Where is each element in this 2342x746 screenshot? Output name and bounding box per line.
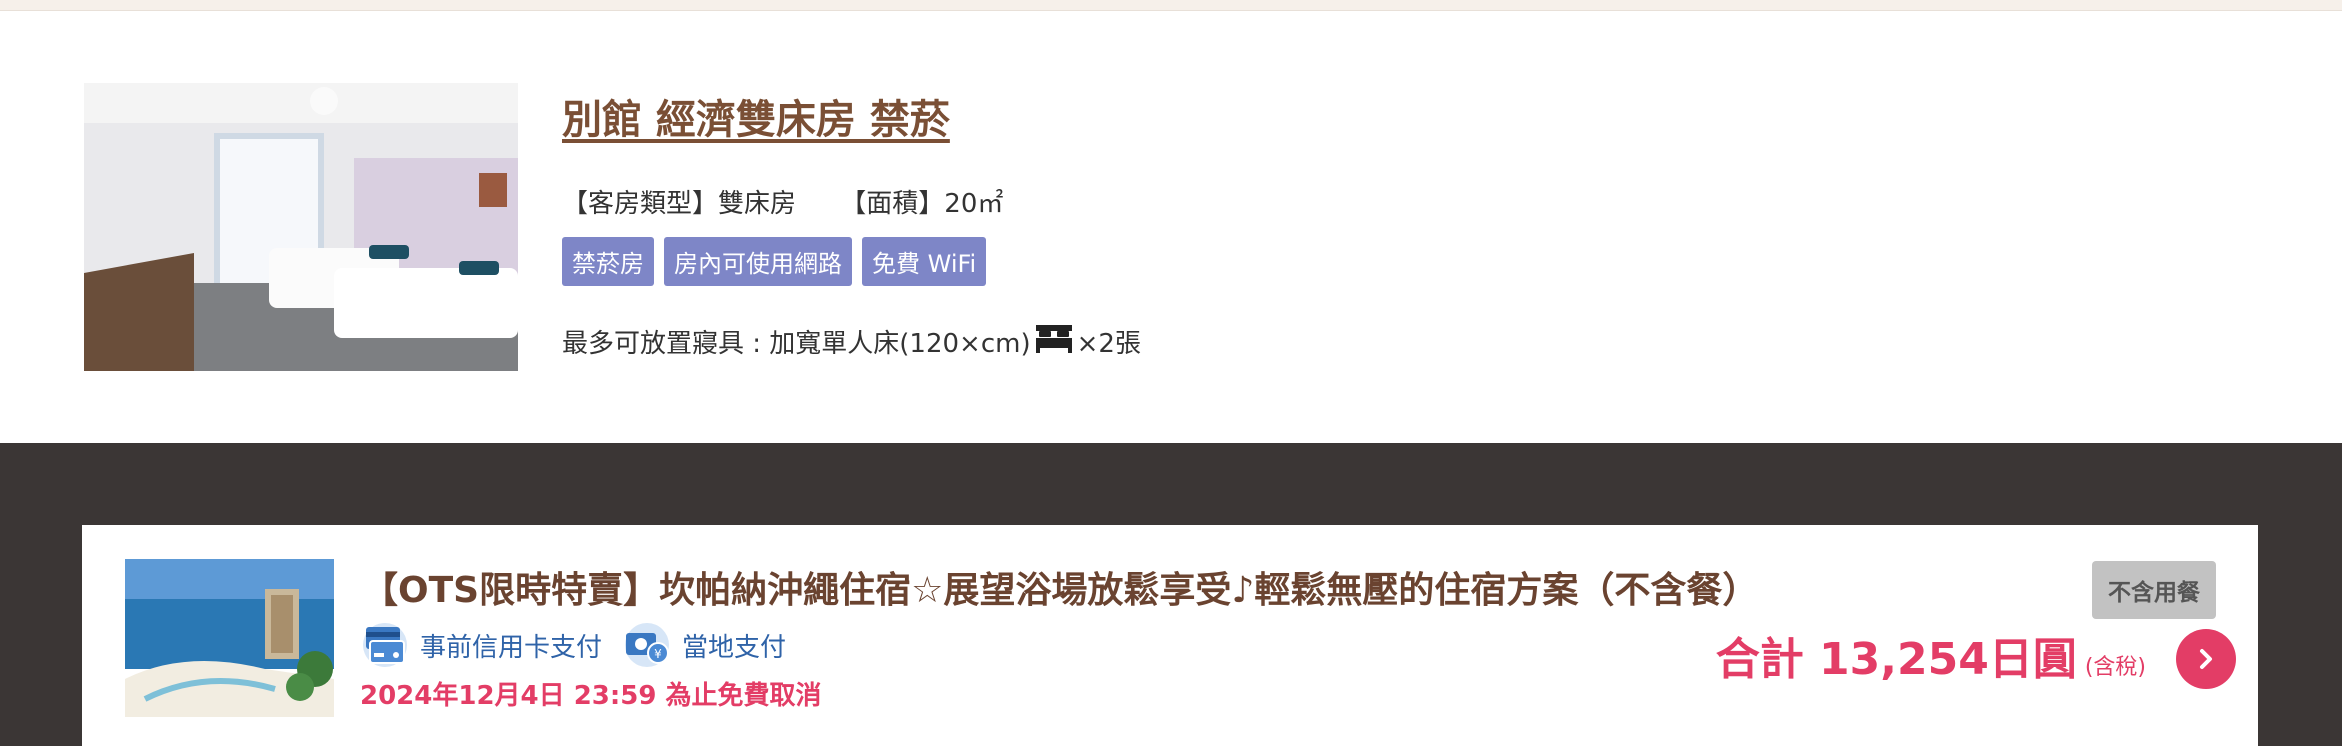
room-specs: 【客房類型】雙床房 【面積】20㎡ [562,183,1039,220]
plan-title[interactable]: 【OTS限時特賣】坎帕納沖繩住宿☆展望浴場放鬆享受♪輕鬆無壓的住宿方案（不含餐） [362,561,1758,613]
bedding-text: 最多可放置寢具 : 加寬單人床(120×cm) [562,329,1031,359]
credit-card-icon [363,623,407,667]
svg-text:¥: ¥ [654,647,662,661]
tag-non-smoking: 禁菸房 [562,237,654,286]
meal-badge: 不含用餐 [2092,561,2216,619]
plan-photo[interactable] [125,559,334,717]
room-title[interactable]: 別館 經濟雙床房 禁菸 [562,87,950,145]
payment-credit-card: 事前信用卡支付 [360,623,602,667]
payment-local-label: 當地支付 [682,632,787,663]
price-tax-note: (含稅) [2084,655,2146,680]
price-amount: 合計 13,254日圓 [1715,634,2077,685]
bed-icon [1035,323,1073,360]
price-total: 合計 13,254日圓 (含稅) [1716,623,2146,687]
room-tags: 禁菸房 房內可使用網路 免費 WiFi [562,237,987,286]
bedding-count: ×2張 [1076,329,1141,359]
plan-section: 【OTS限時特賣】坎帕納沖繩住宿☆展望浴場放鬆享受♪輕鬆無壓的住宿方案（不含餐）… [0,443,2342,746]
tag-internet: 房內可使用網路 [664,237,852,286]
free-cancel-deadline: 2024年12月4日 23:59 為止免費取消 [360,681,822,711]
payment-local: ¥ 當地支付 [622,623,786,667]
room-card: 別館 經濟雙床房 禁菸 【客房類型】雙床房 【面積】20㎡ 禁菸房 房內可使用網… [0,10,2342,443]
room-type: 【客房類型】雙床房 [562,189,797,219]
payment-methods: 事前信用卡支付 ¥ 當地支付 [360,623,806,667]
chevron-right-icon [2200,649,2212,669]
cash-payment-icon: ¥ [625,623,670,667]
tag-wifi: 免費 WiFi [862,237,987,286]
room-area: 【面積】20㎡ [840,189,1004,219]
plan-detail-button[interactable] [2176,629,2236,689]
payment-credit-label: 事前信用卡支付 [420,632,603,663]
bedding-info: 最多可放置寢具 : 加寬單人床(120×cm) ×2張 [562,323,1141,360]
plan-card[interactable]: 【OTS限時特賣】坎帕納沖繩住宿☆展望浴場放鬆享受♪輕鬆無壓的住宿方案（不含餐）… [82,525,2258,746]
room-photo[interactable] [84,83,518,371]
